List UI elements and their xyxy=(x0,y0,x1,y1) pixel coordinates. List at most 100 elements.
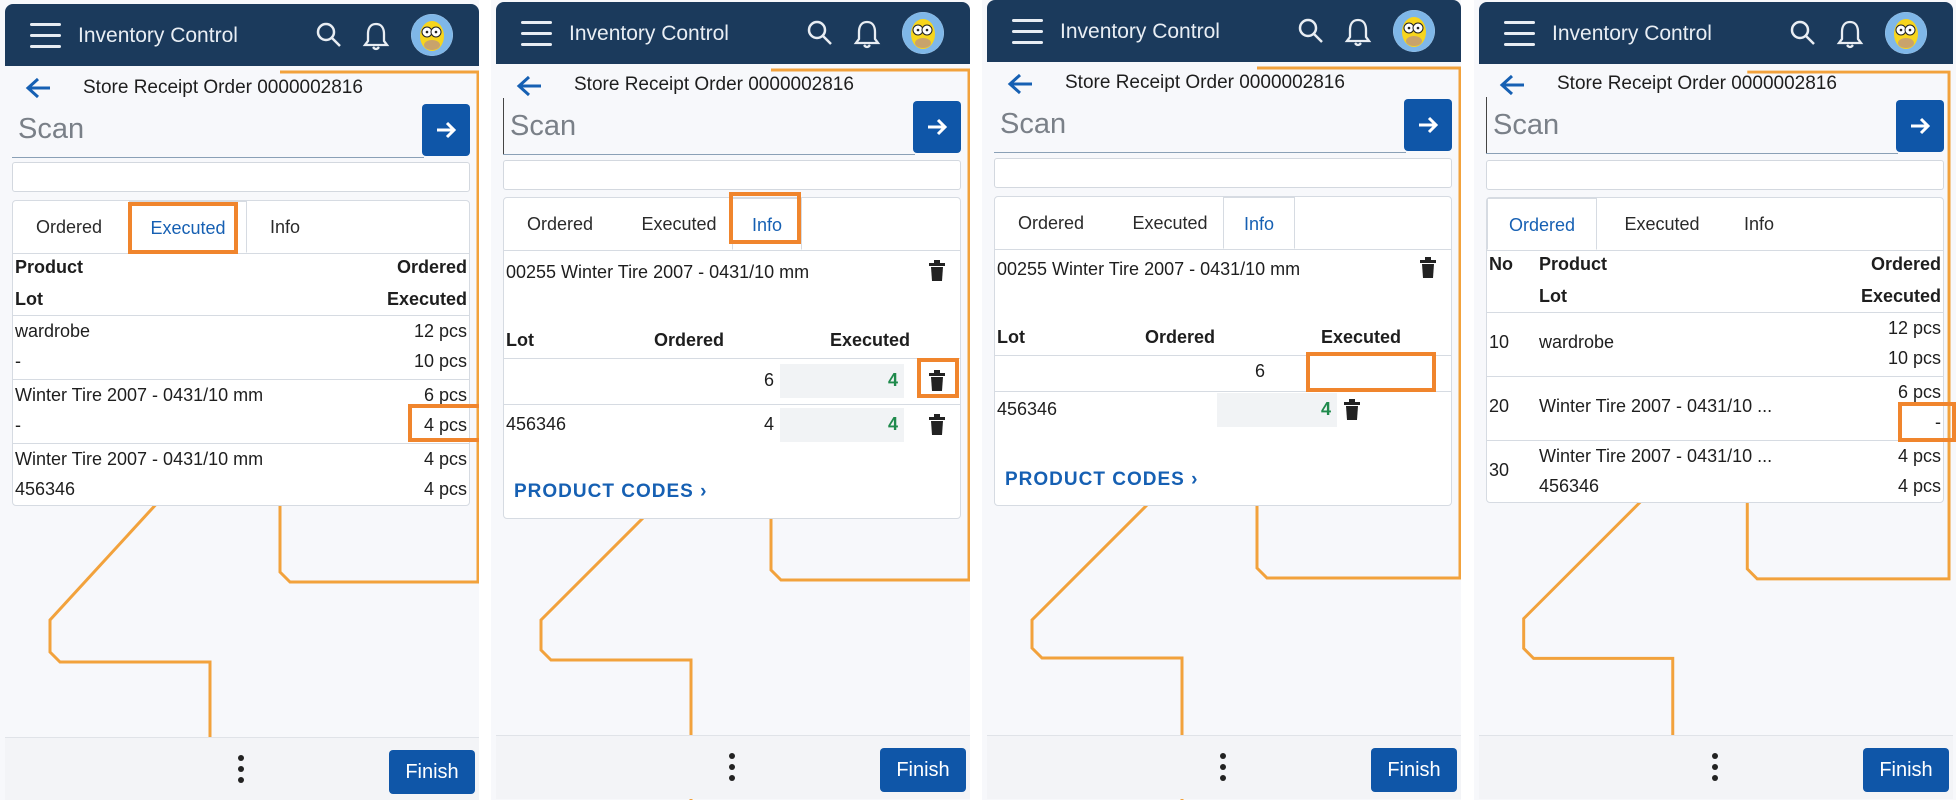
secondary-field[interactable] xyxy=(1486,160,1944,190)
bell-icon[interactable] xyxy=(1835,18,1865,50)
menu-icon[interactable] xyxy=(1504,21,1535,47)
table-row[interactable]: Winter Tire 2007 - 0431/10 mm 4 pcs 4563… xyxy=(13,447,469,507)
tab-ordered[interactable]: Ordered xyxy=(1487,198,1597,250)
row-ordered: 6 pcs xyxy=(1897,382,1941,402)
back-arrow-icon[interactable] xyxy=(24,76,52,100)
more-vertical-icon[interactable] xyxy=(238,755,246,785)
row-product: Winter Tire 2007 - 0431/10 mm xyxy=(15,449,264,469)
lot-row[interactable]: 456346 4 4 xyxy=(504,406,960,446)
bell-icon[interactable] xyxy=(361,20,391,52)
bottom-bar: Finish xyxy=(496,735,970,799)
executed-input[interactable] xyxy=(1271,357,1395,387)
executed-value: 4 xyxy=(887,370,898,390)
row-ordered: 4 pcs xyxy=(423,449,467,469)
table-row[interactable]: wardrobe 12 pcs - 10 pcs xyxy=(13,319,469,381)
executed-input[interactable]: 4 xyxy=(1217,393,1337,427)
finish-button[interactable]: Finish xyxy=(1863,748,1949,792)
scan-field[interactable] xyxy=(1486,97,1898,154)
scan-submit-button[interactable] xyxy=(913,101,961,153)
row-no: 20 xyxy=(1489,396,1510,416)
executed-value: 4 xyxy=(1320,399,1331,419)
trash-icon[interactable] xyxy=(928,260,946,282)
scan-input[interactable] xyxy=(1486,97,1898,153)
menu-icon[interactable] xyxy=(1012,19,1043,45)
tab-info[interactable]: Info xyxy=(732,198,802,250)
tab-info[interactable]: Info xyxy=(1223,197,1295,249)
tab-info[interactable]: Info xyxy=(1723,198,1795,250)
scan-field[interactable] xyxy=(503,98,915,155)
finish-button[interactable]: Finish xyxy=(1371,748,1457,792)
search-icon[interactable] xyxy=(315,21,343,49)
tab-ordered[interactable]: Ordered xyxy=(510,198,610,250)
back-arrow-icon[interactable] xyxy=(1498,73,1526,97)
row-executed: - xyxy=(1935,412,1941,432)
avatar[interactable] xyxy=(1393,10,1435,52)
search-icon[interactable] xyxy=(1789,19,1817,47)
order-title: Store Receipt Order 0000002816 xyxy=(1065,72,1345,93)
scan-input[interactable] xyxy=(12,101,424,157)
tab-executed[interactable]: Executed xyxy=(620,198,738,250)
scan-input[interactable] xyxy=(994,96,1406,152)
table-row[interactable]: 20 Winter Tire 2007 - 0431/10 ... 6 pcs … xyxy=(1487,380,1943,442)
header-ordered: Ordered xyxy=(1144,327,1215,347)
back-arrow-icon[interactable] xyxy=(1006,72,1034,96)
bottom-bar: Finish xyxy=(987,735,1461,799)
row-ordered: 12 pcs xyxy=(413,321,467,341)
ordered-value: 4 xyxy=(763,414,774,434)
secondary-field[interactable] xyxy=(12,162,470,192)
lot-row[interactable]: 6 xyxy=(995,357,1451,389)
lot-value: 456346 xyxy=(997,399,1058,419)
trash-icon[interactable] xyxy=(928,370,946,392)
lot-row[interactable]: 6 4 xyxy=(504,362,960,402)
search-icon[interactable] xyxy=(1297,17,1325,45)
avatar[interactable] xyxy=(1885,12,1927,54)
tab-executed[interactable]: Executed xyxy=(1603,198,1721,250)
tab-info[interactable]: Info xyxy=(249,201,321,253)
header-ordered: Ordered xyxy=(396,257,467,277)
finish-button[interactable]: Finish xyxy=(389,750,475,794)
scan-submit-button[interactable] xyxy=(1896,100,1944,152)
secondary-field[interactable] xyxy=(503,160,961,190)
tab-ordered[interactable]: Ordered xyxy=(1001,197,1101,249)
menu-icon[interactable] xyxy=(30,23,61,49)
scan-field[interactable] xyxy=(994,96,1406,153)
executed-input[interactable]: 4 xyxy=(780,364,904,398)
header-executed: Executed xyxy=(1320,327,1401,347)
tab-bar: Ordered Executed Info xyxy=(1487,198,1943,251)
product-codes-link[interactable]: PRODUCT CODES › xyxy=(514,481,707,503)
scan-submit-button[interactable] xyxy=(1404,99,1452,151)
trash-icon[interactable] xyxy=(1343,399,1361,421)
scan-field[interactable] xyxy=(12,101,424,158)
tab-executed[interactable]: Executed xyxy=(129,201,247,253)
more-vertical-icon[interactable] xyxy=(729,753,737,783)
executed-input[interactable]: 4 xyxy=(780,408,904,442)
table-row[interactable]: 10 wardrobe 12 pcs 10 pcs xyxy=(1487,316,1943,378)
back-arrow-icon[interactable] xyxy=(515,74,543,98)
table-row[interactable]: Winter Tire 2007 - 0431/10 mm 6 pcs - 4 … xyxy=(13,383,469,445)
scan-input[interactable] xyxy=(503,98,915,154)
more-vertical-icon[interactable] xyxy=(1220,753,1228,783)
scan-submit-button[interactable] xyxy=(422,104,470,156)
product-codes-link[interactable]: PRODUCT CODES › xyxy=(1005,469,1198,491)
tab-executed[interactable]: Executed xyxy=(1111,197,1229,249)
trash-icon[interactable] xyxy=(928,414,946,436)
header-executed: Executed xyxy=(829,330,910,350)
table-row[interactable]: 30 Winter Tire 2007 - 0431/10 ... 456346… xyxy=(1487,444,1943,504)
row-lot: 456346 xyxy=(15,479,76,499)
bell-icon[interactable] xyxy=(1343,16,1373,48)
row-executed: 4 pcs xyxy=(423,479,467,499)
app-title: Inventory Control xyxy=(1060,20,1220,43)
bell-icon[interactable] xyxy=(852,18,882,50)
avatar[interactable] xyxy=(902,12,944,54)
finish-button[interactable]: Finish xyxy=(880,748,966,792)
trash-icon[interactable] xyxy=(1419,257,1437,279)
search-icon[interactable] xyxy=(806,19,834,47)
secondary-field[interactable] xyxy=(994,158,1452,188)
more-vertical-icon[interactable] xyxy=(1712,753,1720,783)
menu-icon[interactable] xyxy=(521,21,552,47)
lot-row[interactable]: 456346 4 4 xyxy=(995,393,1451,431)
avatar[interactable] xyxy=(411,14,453,56)
tab-ordered[interactable]: Ordered xyxy=(19,201,119,253)
app-title: Inventory Control xyxy=(569,22,729,45)
divider xyxy=(504,404,960,405)
